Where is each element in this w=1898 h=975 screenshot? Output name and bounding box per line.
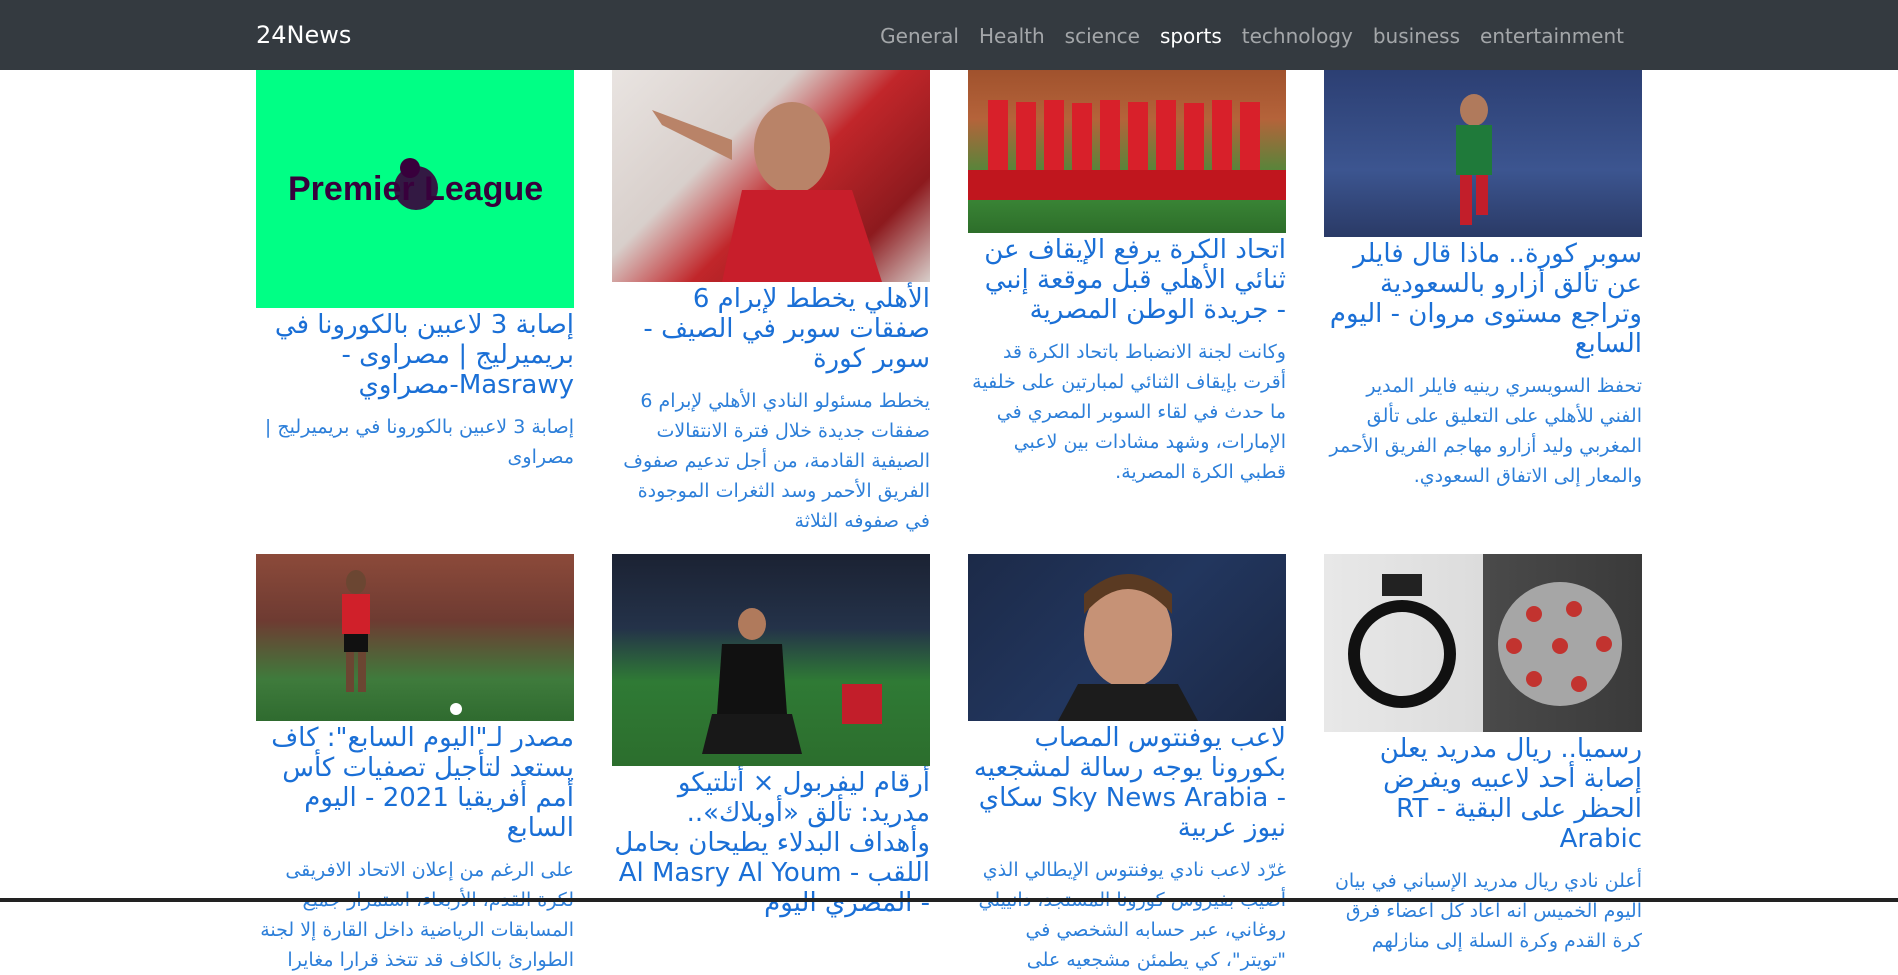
card-body: إصابة 3 لاعبين بالكورونا في بريميرليج | …	[256, 310, 574, 472]
top-navbar: 24News General Health science sports tec…	[0, 0, 1898, 70]
article-title[interactable]: سوبر كورة.. ماذا قال فايلر عن تألق أزارو…	[1324, 239, 1642, 359]
article-description: أعلن نادي ريال مدريد الإسباني في بيان ال…	[1334, 870, 1642, 952]
card-body: أرقام ليفربول × أتلتيكو مدريد: تألق «أوب…	[612, 768, 930, 918]
nav-links: General Health science sports technology…	[870, 21, 1634, 51]
news-card: رسميا.. ريال مدريد يعلن إصابة أحد لاعبيه…	[1324, 554, 1642, 975]
article-description: على الرغم من إعلان الاتحاد الافريقى لكرة…	[260, 859, 574, 971]
salah-egypt-player-photo	[342, 570, 462, 715]
ahly-player-celebrating-photo	[652, 102, 882, 282]
bottom-edge	[0, 898, 1898, 902]
card-body: لاعب يوفنتوس المصاب بكورونا يوجه رسالة ل…	[968, 723, 1286, 975]
article-image[interactable]	[612, 554, 930, 766]
nav-link-sports[interactable]: sports	[1150, 21, 1232, 51]
nav-link-health[interactable]: Health	[969, 21, 1055, 51]
card-body: مصدر لـ"اليوم السابع": كاف يستعد لتأجيل …	[256, 723, 574, 975]
article-description: يخطط مسئولو النادي الأهلي لإبرام 6 صفقات…	[623, 390, 930, 532]
card-body: الأهلي يخطط لإبرام 6 صفقات سوبر في الصيف…	[612, 284, 930, 536]
article-image[interactable]	[256, 554, 574, 721]
article-title[interactable]: أرقام ليفربول × أتلتيكو مدريد: تألق «أوب…	[612, 768, 930, 918]
article-title[interactable]: رسميا.. ريال مدريد يعلن إصابة أحد لاعبيه…	[1324, 734, 1642, 854]
nav-link-technology[interactable]: technology	[1232, 21, 1363, 51]
card-body: سوبر كورة.. ماذا قال فايلر عن تألق أزارو…	[1324, 239, 1642, 491]
nav-link-entertainment[interactable]: entertainment	[1470, 21, 1634, 51]
nav-link-business[interactable]: business	[1363, 21, 1470, 51]
article-description: إصابة 3 لاعبين بالكورونا في بريميرليج | …	[264, 416, 574, 468]
article-image[interactable]: Premier League	[256, 70, 574, 308]
news-card: اتحاد الكرة يرفع الإيقاف عن ثنائي الأهلي…	[968, 70, 1286, 536]
brand-logo[interactable]: 24News	[256, 20, 351, 50]
morata-kneeling-photo	[702, 608, 882, 754]
article-image[interactable]	[968, 70, 1286, 233]
real-madrid-crest-and-virus-photo	[1348, 574, 1622, 708]
article-image[interactable]	[1324, 554, 1642, 732]
news-card: أرقام ليفربول × أتلتيكو مدريد: تألق «أوب…	[612, 554, 930, 975]
player-kicking-ball-photo	[1456, 94, 1492, 225]
article-title[interactable]: الأهلي يخطط لإبرام 6 صفقات سوبر في الصيف…	[612, 284, 930, 374]
card-body: اتحاد الكرة يرفع الإيقاف عن ثنائي الأهلي…	[968, 235, 1286, 487]
rugani-press-photo	[1058, 574, 1198, 721]
article-title[interactable]: مصدر لـ"اليوم السابع": كاف يستعد لتأجيل …	[256, 723, 574, 843]
premier-league-logo: Premier League	[288, 158, 543, 210]
nav-link-general[interactable]: General	[870, 21, 969, 51]
news-card: الأهلي يخطط لإبرام 6 صفقات سوبر في الصيف…	[612, 70, 930, 536]
news-card: سوبر كورة.. ماذا قال فايلر عن تألق أزارو…	[1324, 70, 1642, 536]
article-title[interactable]: إصابة 3 لاعبين بالكورونا في بريميرليج | …	[256, 310, 574, 400]
news-card: Premier League إصابة 3 لاعبين بالكورونا …	[256, 70, 574, 536]
article-image[interactable]	[1324, 70, 1642, 237]
ahly-team-lineup-photo	[968, 100, 1286, 200]
nav-link-science[interactable]: science	[1055, 21, 1150, 51]
news-grid: Premier League إصابة 3 لاعبين بالكورونا …	[256, 70, 1642, 975]
article-title[interactable]: لاعب يوفنتوس المصاب بكورونا يوجه رسالة ل…	[968, 723, 1286, 843]
news-card: مصدر لـ"اليوم السابع": كاف يستعد لتأجيل …	[256, 554, 574, 975]
article-image[interactable]	[612, 70, 930, 282]
article-description: غرّد لاعب نادي يوفنتوس الإيطالي الذي أصي…	[979, 859, 1286, 971]
news-card: لاعب يوفنتوس المصاب بكورونا يوجه رسالة ل…	[968, 554, 1286, 975]
article-description: وكانت لجنة الانضباط باتحاد الكرة قد أقرت…	[972, 341, 1286, 483]
card-body: رسميا.. ريال مدريد يعلن إصابة أحد لاعبيه…	[1324, 734, 1642, 956]
article-description: تحفظ السويسري رينيه فايلر المدير الفني ل…	[1329, 375, 1642, 487]
article-title[interactable]: اتحاد الكرة يرفع الإيقاف عن ثنائي الأهلي…	[968, 235, 1286, 325]
article-image[interactable]	[968, 554, 1286, 721]
